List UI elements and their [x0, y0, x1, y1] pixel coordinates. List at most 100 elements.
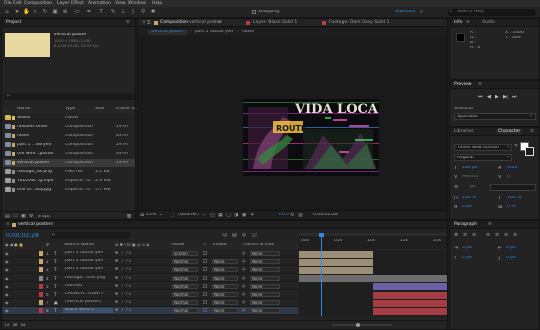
settings-icon[interactable]: ⚙ — [29, 214, 33, 219]
blend-mode-select[interactable]: Screen — [172, 251, 198, 256]
panel-menu-icon[interactable]: ≡ — [126, 20, 130, 25]
layer-duration-bar[interactable] — [373, 299, 447, 307]
justify-right-icon[interactable]: ≡ — [504, 233, 508, 238]
justify-center-icon[interactable]: ≡ — [495, 233, 499, 238]
pickwhip-icon[interactable]: ◎ — [242, 276, 246, 280]
layer-row[interactable]: ◉ 4 Tfootage...hite.png ✱ / fx Normal None ◎ No… — [2, 275, 298, 283]
menu-animation[interactable]: Animation — [88, 1, 111, 6]
stroke-color-swatch[interactable] — [525, 147, 534, 156]
col-frame-rate[interactable]: Frame R... — [116, 107, 139, 112]
preserve-transparency-checkbox[interactable] — [203, 259, 207, 264]
eraser-icon[interactable]: ◊ — [130, 9, 136, 15]
layer-switches[interactable]: ✱ / fx — [115, 292, 165, 296]
tab-info[interactable]: Info — [454, 20, 463, 25]
layer-name[interactable]: part 1 tattoo yell — [63, 267, 113, 272]
layer-row[interactable]: ◉ 1 Tpart 1 tattoo yell ✱ / fx Screen ◎ None — [2, 250, 298, 258]
label-color-swatch[interactable] — [12, 125, 15, 129]
layer-switches[interactable]: ✱ / fx — [115, 284, 165, 288]
layer-name[interactable]: LAUNCH...OON!!! — [63, 292, 113, 297]
tab-character[interactable]: Character — [496, 129, 523, 134]
first-frame-icon[interactable]: ⏮ — [478, 95, 483, 100]
audio-icon[interactable] — [12, 284, 16, 288]
layer-row[interactable]: ◉ 5 Tmuffled ✱ / fx Normal None ◎ None — [2, 283, 298, 291]
label-color-swatch[interactable] — [12, 188, 15, 192]
tab-vertical-poster[interactable]: vertical poster — [18, 222, 51, 227]
brush-icon[interactable]: ✎ — [110, 9, 116, 15]
new-comp-icon[interactable]: ▣ — [21, 214, 26, 219]
label-color-swatch[interactable] — [39, 308, 43, 314]
audio-icon[interactable] — [12, 292, 16, 296]
audio-icon[interactable] — [12, 251, 16, 255]
parent-select[interactable]: None — [250, 283, 280, 289]
timeline-timecode[interactable]: 0;00;02;28 — [6, 233, 39, 239]
track-matte-select[interactable]: None — [212, 283, 238, 289]
channel-icon[interactable]: ◑ — [234, 213, 238, 218]
label-color-swatch[interactable] — [12, 143, 15, 147]
rotate-icon[interactable]: ↻ — [42, 9, 48, 15]
layer-duration-bar[interactable] — [299, 258, 373, 266]
snapshot-icon[interactable]: ◉ — [242, 213, 246, 218]
eye-icon[interactable]: ◉ — [5, 251, 9, 256]
always-preview-icon[interactable]: ⊞ — [140, 213, 144, 218]
layer-row[interactable]: ◉ 8 T Black Solid 1 ✱ / fx Normal None ◎ None — [2, 307, 298, 315]
layer-duration-bar[interactable] — [373, 291, 447, 299]
label-color-swatch[interactable] — [39, 292, 43, 297]
close-icon[interactable]: × — [6, 222, 10, 227]
preserve-transparency-checkbox[interactable] — [203, 308, 207, 313]
preserve-transparency-checkbox[interactable] — [203, 267, 207, 272]
pan-behind-icon[interactable]: ⊕ — [62, 9, 68, 15]
parent-select[interactable]: None — [250, 300, 280, 306]
toggle-switches-icon[interactable]: ⊡ — [5, 323, 9, 328]
blend-mode-select[interactable]: Normal — [172, 275, 198, 281]
indent-left-value[interactable]: 0 px — [462, 246, 472, 251]
transparency-grid-icon[interactable]: ▦ — [218, 213, 223, 218]
workspace-menu-icon[interactable]: » — [420, 9, 423, 15]
col-mode[interactable]: Mode — [172, 243, 184, 248]
eye-icon[interactable]: ◉ — [5, 276, 9, 281]
viewer-menu-icon[interactable]: ≡ — [218, 20, 222, 25]
tab-audio[interactable]: Audio — [482, 20, 495, 25]
layer-duration-bar[interactable] — [299, 266, 373, 274]
breadcrumb-noise[interactable]: noise — [242, 30, 254, 35]
bit-depth[interactable]: 8 bpc — [38, 215, 50, 220]
audio-icon[interactable] — [12, 276, 16, 280]
col-name[interactable]: Name — [17, 107, 30, 112]
delete-icon[interactable]: 🗑 — [126, 214, 132, 219]
audio-icon[interactable] — [12, 259, 16, 263]
blend-mode-select[interactable]: Normal — [172, 292, 198, 297]
parent-select[interactable]: None — [250, 308, 280, 314]
parent-select[interactable]: None — [250, 275, 280, 281]
align-right-icon[interactable]: ≡ — [472, 233, 476, 238]
camera-view-icon[interactable]: ▥ — [298, 213, 303, 218]
snapping-checkbox[interactable] — [252, 10, 256, 14]
breadcrumb-part1[interactable]: part 1 tattoo yell — [195, 30, 233, 35]
parent-select[interactable]: None — [250, 292, 280, 297]
preserve-transparency-checkbox[interactable] — [203, 283, 207, 288]
leading-value[interactable]: Auto — [507, 166, 517, 171]
next-frame-icon[interactable]: ▶▏ — [503, 95, 511, 100]
pickwhip-icon[interactable]: ◎ — [242, 267, 246, 271]
label-color-swatch[interactable] — [39, 300, 43, 306]
track-matte-select[interactable]: None — [212, 267, 238, 273]
col-source-name[interactable]: Source Name — [64, 243, 94, 248]
blend-mode-select[interactable]: Normal — [172, 259, 198, 265]
menu-window[interactable]: Window — [128, 1, 146, 6]
tab-layer[interactable]: Layer: Black Solid 1 — [253, 20, 297, 25]
zoom-slider-thumb[interactable] — [356, 323, 360, 327]
selection-icon[interactable]: ➤ — [14, 9, 20, 15]
project-item[interactable]: Solids Folder — [3, 114, 135, 122]
audio-icon[interactable] — [12, 308, 16, 312]
graph-editor-icon[interactable]: ◫ — [252, 233, 257, 238]
layer-name[interactable]: part 1 tattoo yell — [63, 251, 113, 256]
tracking-value[interactable]: 0 — [507, 175, 510, 180]
tab-preview[interactable]: Preview — [454, 82, 472, 87]
layer-name[interactable]: footage...hite.png — [63, 276, 113, 281]
layer-duration-bar[interactable] — [373, 307, 447, 315]
shy-layers-icon[interactable]: ☺ — [222, 233, 227, 238]
menu-file[interactable]: File — [4, 1, 12, 6]
audio-icon[interactable] — [12, 267, 16, 271]
space-after-value[interactable]: 0 px — [506, 256, 516, 261]
interpret-footage-icon[interactable]: ▤ — [5, 214, 10, 219]
clone-icon[interactable]: ⊥ — [120, 9, 126, 15]
label-color-swatch[interactable] — [12, 116, 15, 120]
